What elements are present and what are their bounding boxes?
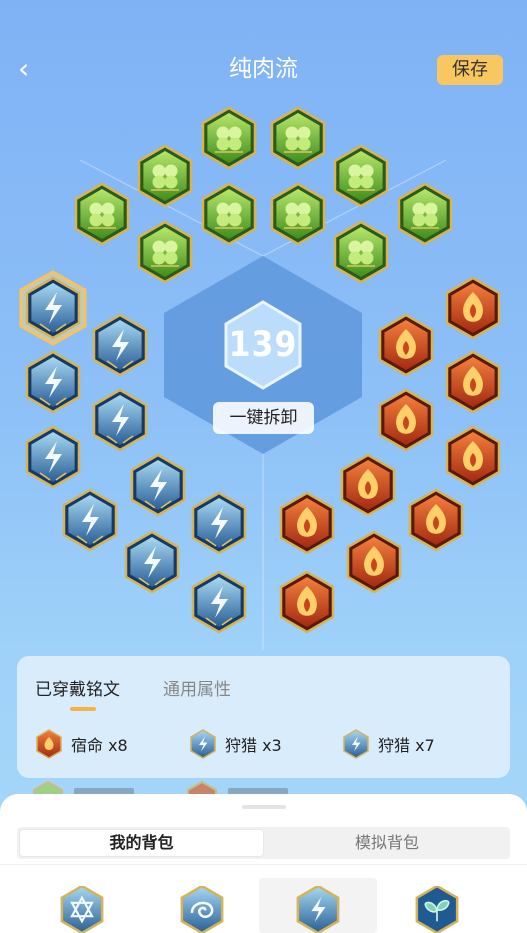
red-flame-rune-icon[interactable] (340, 453, 396, 517)
active-tab-indicator (70, 707, 96, 711)
green-clover-rune-icon[interactable] (201, 106, 257, 170)
red-flame-rune-icon[interactable] (445, 276, 501, 340)
green-clover-rune-icon[interactable] (137, 220, 193, 284)
rune-stat-item: 宿命 x8 (35, 729, 128, 759)
green-clover-rune-icon[interactable] (333, 220, 389, 284)
rune-stat-label: 宿命 x8 (71, 736, 128, 755)
green-clover-rune-icon[interactable] (137, 144, 193, 208)
red-flame-rune-icon[interactable] (279, 570, 335, 634)
rune-level-value: 139 (228, 325, 298, 365)
blue-lightning-rune-icon[interactable] (130, 453, 186, 517)
green-clover-rune-icon[interactable] (333, 144, 389, 208)
blue-lightning-rune-icon[interactable] (62, 488, 118, 552)
blue-star-rune-icon[interactable] (56, 886, 108, 933)
blue-lightning-rune-icon[interactable] (25, 425, 81, 489)
blue-sprout-rune-icon[interactable] (411, 886, 463, 933)
red-flame-rune-icon[interactable] (378, 313, 434, 377)
green-clover-rune-icon[interactable] (74, 182, 130, 246)
blue-lightning-rune-icon[interactable] (92, 388, 148, 452)
tab-simulated-bag[interactable]: 模拟背包 (266, 829, 508, 857)
green-clover-rune-icon[interactable] (201, 182, 257, 246)
blue-lightning-rune-icon[interactable] (25, 350, 81, 414)
red-flame-rune-icon (36, 729, 62, 759)
red-flame-rune-icon[interactable] (445, 350, 501, 414)
tab-my-bag[interactable]: 我的背包 (19, 829, 264, 857)
blue-lightning-rune-icon[interactable] (191, 570, 247, 634)
blue-lightning-rune-icon (190, 729, 216, 759)
green-clover-rune-icon[interactable] (270, 106, 326, 170)
drag-handle[interactable] (242, 805, 286, 809)
rune-stat-item: 狩猎 x3 (189, 729, 282, 759)
blue-lightning-rune-icon[interactable] (92, 313, 148, 377)
unload-all-button[interactable]: 一键拆卸 (213, 402, 314, 434)
rune-stat-label: 狩猎 x3 (225, 736, 282, 755)
equipped-runes-panel: 已穿戴铭文 通用属性 宿命 x8 狩猎 x3 狩猎 x7 (17, 656, 510, 778)
inventory-tab-switch: 我的背包 模拟背包 (17, 827, 510, 859)
blue-swirl-rune-icon[interactable] (176, 886, 228, 933)
red-flame-rune-icon[interactable] (279, 491, 335, 555)
blue-lightning-rune-icon (343, 729, 369, 759)
green-clover-rune-icon[interactable] (270, 182, 326, 246)
blue-lightning-rune-icon[interactable] (292, 886, 344, 933)
green-clover-rune-icon[interactable] (397, 182, 453, 246)
rune-stat-label: 狩猎 x7 (378, 736, 435, 755)
blue-lightning-rune-icon[interactable] (191, 491, 247, 555)
red-flame-rune-icon[interactable] (346, 530, 402, 594)
divider (0, 864, 527, 865)
rune-stat-item: 狩猎 x7 (342, 729, 435, 759)
tab-equipped-runes[interactable]: 已穿戴铭文 (35, 678, 120, 702)
blue-lightning-rune-icon[interactable] (124, 530, 180, 594)
red-flame-rune-icon[interactable] (408, 488, 464, 552)
inventory-bottom-sheet: 我的背包 模拟背包 (0, 794, 527, 933)
red-flame-rune-icon[interactable] (445, 425, 501, 489)
tab-general-attributes[interactable]: 通用属性 (163, 678, 231, 702)
save-button[interactable]: 保存 (437, 55, 503, 85)
red-flame-rune-icon[interactable] (378, 388, 434, 452)
